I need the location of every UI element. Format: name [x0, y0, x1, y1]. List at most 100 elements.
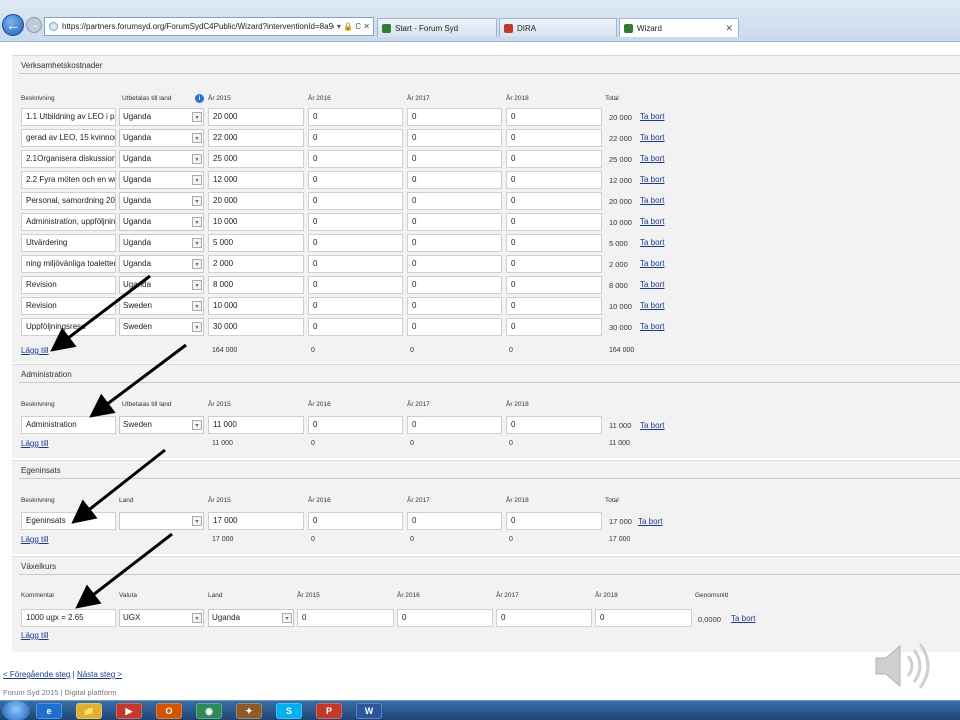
- row-remove-link[interactable]: Ta bort: [640, 238, 664, 247]
- admin-2018-input[interactable]: 0: [506, 416, 602, 434]
- add-verksamhet-link[interactable]: Lägg till: [21, 346, 49, 355]
- vaxel-currency-select[interactable]: UGX ▾: [119, 609, 204, 627]
- row-remove-link[interactable]: Ta bort: [640, 133, 664, 142]
- row-2015-input[interactable]: 25 000: [208, 150, 304, 168]
- taskbar-word-icon[interactable]: W: [356, 703, 382, 719]
- row-2017-input[interactable]: 0: [407, 213, 502, 231]
- row-2016-input[interactable]: 0: [308, 108, 403, 126]
- row-2017-input[interactable]: 0: [407, 276, 502, 294]
- row-2017-input[interactable]: 0: [407, 255, 502, 273]
- row-description-input[interactable]: Utvärdering: [21, 234, 116, 252]
- egen-2016-input[interactable]: 0: [308, 512, 403, 530]
- row-2015-input[interactable]: 20 000: [208, 108, 304, 126]
- vaxel-comment-input[interactable]: 1000 ugx = 2.65: [21, 609, 116, 627]
- add-vaxel-link[interactable]: Lägg till: [21, 631, 49, 640]
- row-2018-input[interactable]: 0: [506, 318, 602, 336]
- row-2016-input[interactable]: 0: [308, 129, 403, 147]
- row-remove-link[interactable]: Ta bort: [640, 154, 664, 163]
- row-description-input[interactable]: ning miljövänliga toaletter: [21, 255, 116, 273]
- row-remove-link[interactable]: Ta bort: [640, 301, 664, 310]
- taskbar-app-icon[interactable]: ✦: [236, 703, 262, 719]
- row-2018-input[interactable]: 0: [506, 297, 602, 315]
- vaxel-2017-input[interactable]: 0: [496, 609, 592, 627]
- row-2015-input[interactable]: 30 000: [208, 318, 304, 336]
- row-remove-link[interactable]: Ta bort: [640, 196, 664, 205]
- row-2018-input[interactable]: 0: [506, 192, 602, 210]
- address-controls[interactable]: ▾ 🔒 C ✕: [334, 22, 373, 31]
- row-2018-input[interactable]: 0: [506, 255, 602, 273]
- tab-wizard[interactable]: Wizard ✕: [619, 18, 739, 37]
- row-description-input[interactable]: Revision: [21, 297, 116, 315]
- taskbar-media-player-icon[interactable]: ▶: [116, 703, 142, 719]
- row-2017-input[interactable]: 0: [407, 150, 502, 168]
- row-country-select[interactable]: Uganda ▾: [119, 171, 204, 189]
- row-2017-input[interactable]: 0: [407, 108, 502, 126]
- egen-description-input[interactable]: Egeninsats: [21, 512, 116, 530]
- add-egen-link[interactable]: Lägg till: [21, 535, 49, 544]
- admin-country-select[interactable]: Sweden ▾: [119, 416, 204, 434]
- row-2018-input[interactable]: 0: [506, 171, 602, 189]
- admin-remove-link[interactable]: Ta bort: [640, 421, 664, 430]
- admin-2017-input[interactable]: 0: [407, 416, 502, 434]
- row-description-input[interactable]: 2.1Organisera diskussions: [21, 150, 116, 168]
- row-description-input[interactable]: Personal, samordning 20: [21, 192, 116, 210]
- egen-remove-link[interactable]: Ta bort: [638, 517, 662, 526]
- row-2016-input[interactable]: 0: [308, 171, 403, 189]
- row-remove-link[interactable]: Ta bort: [640, 175, 664, 184]
- row-country-select[interactable]: Sweden ▾: [119, 297, 204, 315]
- add-admin-link[interactable]: Lägg till: [21, 439, 49, 448]
- row-country-select[interactable]: Uganda ▾: [119, 108, 204, 126]
- row-2017-input[interactable]: 0: [407, 171, 502, 189]
- tab-dira[interactable]: DIRA: [499, 18, 617, 37]
- admin-2015-input[interactable]: 11 000: [208, 416, 304, 434]
- row-2018-input[interactable]: 0: [506, 129, 602, 147]
- taskbar-explorer-icon[interactable]: 📁: [76, 703, 102, 719]
- row-2016-input[interactable]: 0: [308, 276, 403, 294]
- row-2016-input[interactable]: 0: [308, 297, 403, 315]
- row-country-select[interactable]: Uganda ▾: [119, 213, 204, 231]
- row-remove-link[interactable]: Ta bort: [640, 217, 664, 226]
- address-bar[interactable]: https://partners.forumsyd.org/ForumSydC4…: [44, 17, 374, 36]
- speaker-icon[interactable]: [872, 638, 936, 694]
- vaxel-country-select[interactable]: Uganda ▾: [208, 609, 294, 627]
- vaxel-2015-input[interactable]: 0: [297, 609, 394, 627]
- vaxel-2016-input[interactable]: 0: [397, 609, 493, 627]
- row-description-input[interactable]: Uppföljningsresa: [21, 318, 116, 336]
- next-step-link[interactable]: Nästa steg >: [77, 670, 122, 679]
- row-2017-input[interactable]: 0: [407, 318, 502, 336]
- row-remove-link[interactable]: Ta bort: [640, 322, 664, 331]
- row-country-select[interactable]: Uganda ▾: [119, 192, 204, 210]
- egen-2018-input[interactable]: 0: [506, 512, 602, 530]
- row-description-input[interactable]: gerad av LEO, 15 kvinnor: [21, 129, 116, 147]
- row-remove-link[interactable]: Ta bort: [640, 259, 664, 268]
- row-2015-input[interactable]: 5 000: [208, 234, 304, 252]
- row-2016-input[interactable]: 0: [308, 150, 403, 168]
- row-2015-input[interactable]: 22 000: [208, 129, 304, 147]
- row-country-select[interactable]: Uganda ▾: [119, 234, 204, 252]
- row-2016-input[interactable]: 0: [308, 234, 403, 252]
- row-2018-input[interactable]: 0: [506, 213, 602, 231]
- egen-2015-input[interactable]: 17 000: [208, 512, 304, 530]
- row-description-input[interactable]: Administration, uppföljning: [21, 213, 116, 231]
- row-2018-input[interactable]: 0: [506, 150, 602, 168]
- start-button[interactable]: [2, 701, 30, 720]
- tab-start-forum-syd[interactable]: Start - Forum Syd: [377, 18, 497, 37]
- row-2015-input[interactable]: 10 000: [208, 297, 304, 315]
- row-2018-input[interactable]: 0: [506, 234, 602, 252]
- taskbar-ie-icon[interactable]: e: [36, 703, 62, 719]
- forward-button[interactable]: →: [26, 17, 42, 33]
- row-2017-input[interactable]: 0: [407, 297, 502, 315]
- info-icon[interactable]: i: [195, 94, 204, 103]
- row-2017-input[interactable]: 0: [407, 129, 502, 147]
- row-country-select[interactable]: Uganda ▾: [119, 276, 204, 294]
- row-description-input[interactable]: Revision: [21, 276, 116, 294]
- previous-step-link[interactable]: < Föregående steg: [3, 670, 70, 679]
- row-2018-input[interactable]: 0: [506, 108, 602, 126]
- back-button[interactable]: ←: [2, 14, 24, 36]
- admin-2016-input[interactable]: 0: [308, 416, 403, 434]
- row-2017-input[interactable]: 0: [407, 234, 502, 252]
- taskbar-chrome-icon[interactable]: ◉: [196, 703, 222, 719]
- row-2015-input[interactable]: 10 000: [208, 213, 304, 231]
- row-2016-input[interactable]: 0: [308, 255, 403, 273]
- row-2016-input[interactable]: 0: [308, 213, 403, 231]
